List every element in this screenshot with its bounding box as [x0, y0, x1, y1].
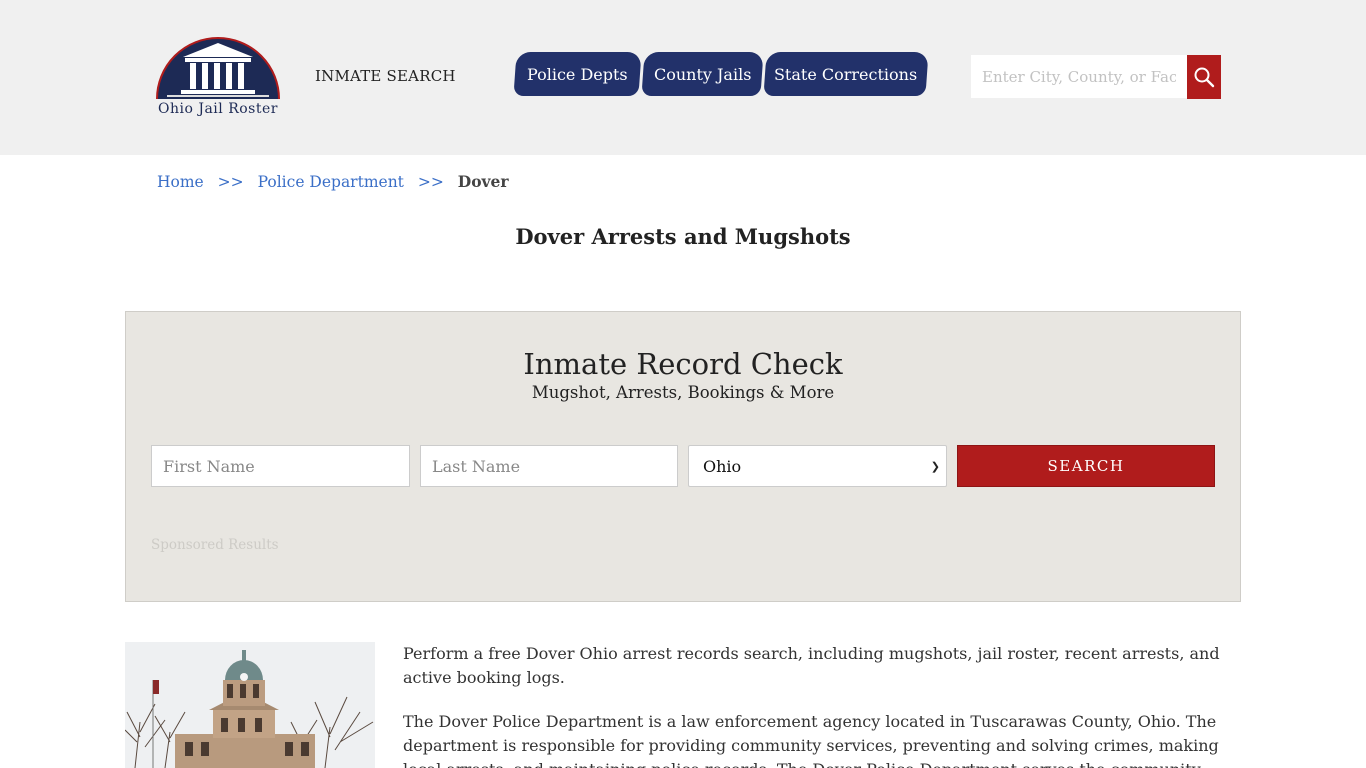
state-select[interactable]: Ohio ❯ — [688, 445, 947, 487]
intro-paragraph: Perform a free Dover Ohio arrest records… — [403, 644, 1220, 687]
nav-tab-label: County Jails — [653, 64, 752, 84]
nav-tab-police-depts[interactable]: Police Depts — [513, 52, 642, 96]
courthouse-logo-icon — [156, 37, 280, 100]
nav-tab-label: Police Depts — [527, 64, 628, 84]
record-search-button[interactable]: SEARCH — [957, 445, 1215, 487]
nav-tab-label: State Corrections — [774, 64, 918, 84]
breadcrumb-separator: >> — [417, 173, 444, 191]
magnifier-icon — [1194, 67, 1215, 88]
breadcrumb-home[interactable]: Home — [157, 173, 204, 191]
panel-subtitle: Mugshot, Arrests, Bookings & More — [531, 383, 835, 402]
breadcrumb: Home >> Police Department >> Dover — [157, 172, 509, 191]
breadcrumb-separator: >> — [217, 173, 244, 191]
site-header: Ohio Jail Roster INMATE SEARCH Police De… — [0, 0, 1366, 155]
breadcrumb-police-department[interactable]: Police Department — [258, 173, 404, 191]
site-logo[interactable]: Ohio Jail Roster — [147, 35, 289, 123]
first-name-input[interactable] — [151, 445, 410, 487]
state-select-value: Ohio — [703, 456, 742, 476]
logo-text: Ohio Jail Roster — [158, 101, 278, 117]
location-search-input[interactable] — [971, 55, 1187, 98]
search-button[interactable] — [1187, 55, 1221, 99]
last-name-input[interactable] — [420, 445, 678, 487]
breadcrumb-current: Dover — [457, 172, 509, 191]
panel-title: Inmate Record Check — [523, 347, 843, 381]
chevron-down-icon: ❯ — [930, 459, 940, 473]
sponsored-results-label: Sponsored Results — [151, 537, 279, 553]
page-title: Dover Arrests and Mugshots — [515, 224, 851, 249]
nav-tab-county-jails[interactable]: County Jails — [641, 52, 764, 96]
inmate-record-check-panel: Inmate Record Check Mugshot, Arrests, Bo… — [125, 311, 1241, 602]
dover-courthouse-photo — [125, 642, 375, 768]
nav-tab-state-corrections[interactable]: State Corrections — [763, 52, 929, 96]
department-description-paragraph: The Dover Police Department is a law enf… — [403, 712, 1219, 768]
inmate-search-link[interactable]: INMATE SEARCH — [315, 67, 456, 85]
